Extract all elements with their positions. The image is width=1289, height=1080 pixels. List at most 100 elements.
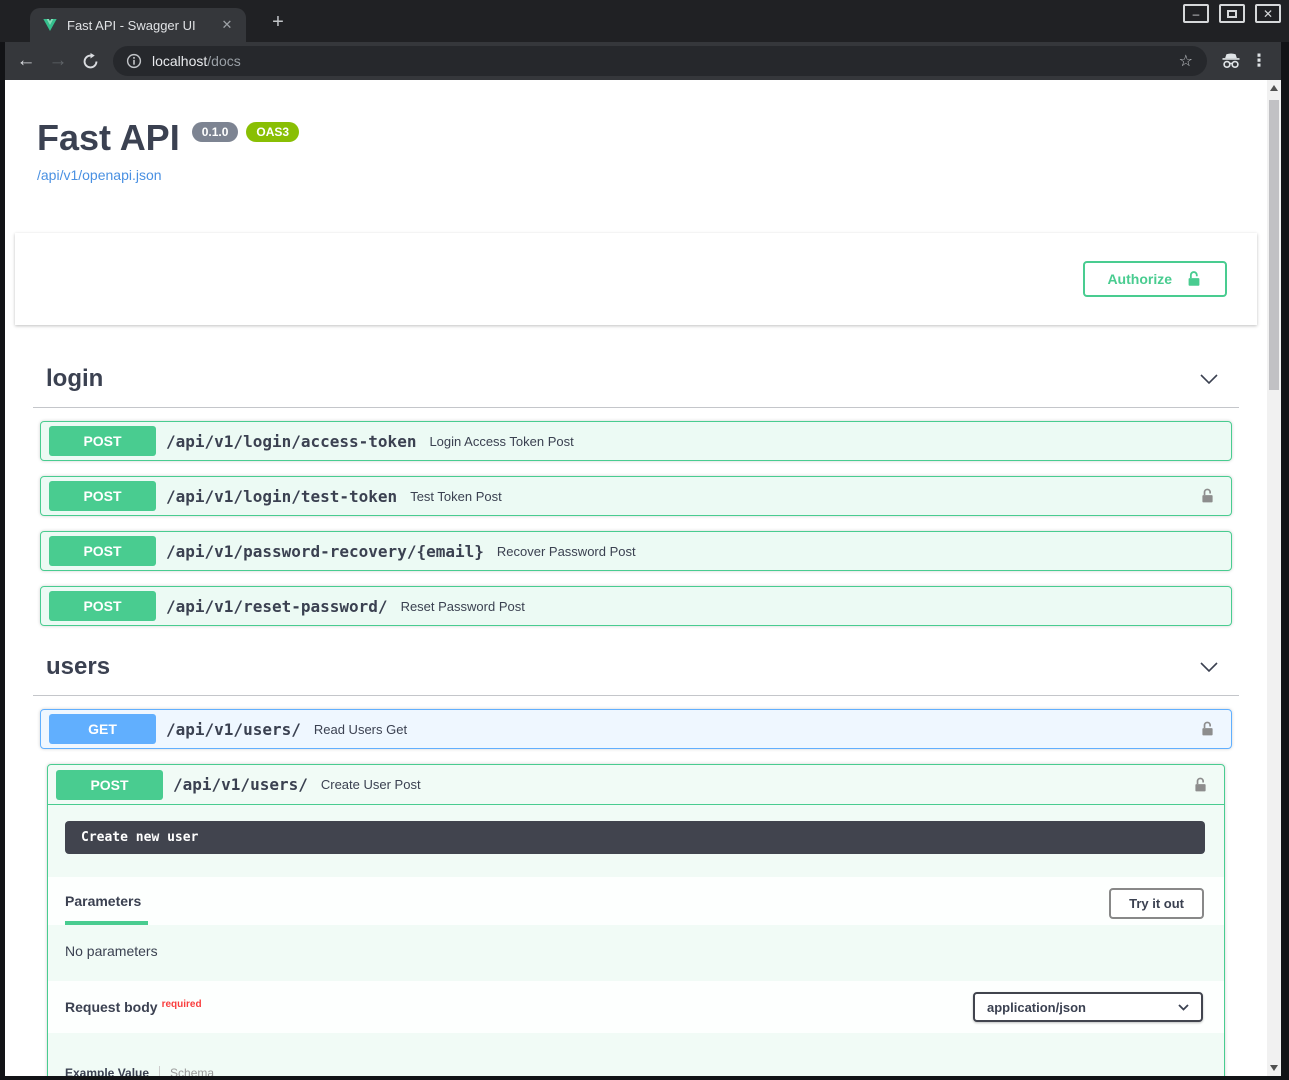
scroll-down-button[interactable] bbox=[1267, 1060, 1281, 1076]
auth-lock-button[interactable] bbox=[1192, 720, 1223, 738]
method-badge: POST bbox=[56, 770, 163, 800]
reload-button[interactable] bbox=[75, 46, 105, 76]
request-body-header: Request body required application/json bbox=[48, 981, 1224, 1033]
browser-window: Fast API - Swagger UI ✕ + – ✕ ← → bbox=[0, 0, 1289, 1080]
unlock-icon bbox=[1199, 720, 1216, 738]
browser-menu-icon[interactable]: ⋮ bbox=[1247, 51, 1271, 71]
scroll-up-icon bbox=[1270, 85, 1278, 91]
example-schema-tabs: Example Value Schema bbox=[65, 1066, 1207, 1076]
request-body-label: Request body required bbox=[65, 999, 202, 1015]
op-reset-password[interactable]: POST /api/v1/reset-password/ Reset Passw… bbox=[40, 586, 1232, 626]
page-scrollbar[interactable] bbox=[1267, 80, 1281, 1076]
op-create-user-expanded: POST /api/v1/users/ Create User Post bbox=[47, 764, 1225, 1076]
tab-strip: Fast API - Swagger UI ✕ + – ✕ bbox=[0, 0, 1289, 42]
operation-summary: Test Token Post bbox=[410, 489, 1192, 504]
op-login-test-token[interactable]: POST /api/v1/login/test-token Test Token… bbox=[40, 476, 1232, 516]
reload-icon bbox=[82, 53, 99, 70]
scrollbar-thumb[interactable] bbox=[1269, 100, 1279, 390]
try-it-out-button[interactable]: Try it out bbox=[1109, 888, 1204, 919]
operation-path: /api/v1/login/test-token bbox=[166, 487, 397, 506]
unlock-icon bbox=[1185, 270, 1203, 288]
authorize-label: Authorize bbox=[1107, 271, 1172, 287]
parameters-tab[interactable]: Parameters bbox=[65, 893, 148, 925]
operation-summary: Create User Post bbox=[321, 777, 1185, 792]
swagger-page: Fast API 0.1.0 OAS3 /api/v1/openapi.json… bbox=[5, 80, 1281, 1076]
method-badge: POST bbox=[49, 426, 156, 456]
method-badge: GET bbox=[49, 714, 156, 744]
minimize-button[interactable]: – bbox=[1183, 4, 1209, 23]
request-body-text: Request body bbox=[65, 999, 158, 1015]
scroll-down-icon bbox=[1270, 1065, 1278, 1071]
required-label: required bbox=[162, 999, 202, 1010]
incognito-icon bbox=[1217, 47, 1245, 75]
browser-tab[interactable]: Fast API - Swagger UI ✕ bbox=[30, 8, 246, 42]
url-path: /docs bbox=[207, 53, 240, 69]
section-users: users GET /api/v1/users/ Read Users Get bbox=[33, 641, 1239, 1076]
section-title: login bbox=[46, 365, 103, 393]
operation-summary: Reset Password Post bbox=[401, 599, 1223, 614]
operation-summary: Recover Password Post bbox=[497, 544, 1223, 559]
chevron-down-icon[interactable] bbox=[1199, 661, 1219, 673]
api-info: Fast API 0.1.0 OAS3 /api/v1/openapi.json bbox=[5, 80, 1267, 185]
url-text: localhost/docs bbox=[152, 53, 1167, 69]
api-badges: 0.1.0 OAS3 bbox=[192, 122, 299, 142]
method-badge: POST bbox=[49, 536, 156, 566]
op-password-recovery[interactable]: POST /api/v1/password-recovery/{email} R… bbox=[40, 531, 1232, 571]
select-chevron-icon bbox=[1178, 1004, 1189, 1011]
operation-summary: Login Access Token Post bbox=[429, 434, 1223, 449]
unlock-icon bbox=[1199, 487, 1216, 505]
parameters-header: Parameters Try it out bbox=[48, 877, 1224, 925]
new-tab-button[interactable]: + bbox=[266, 10, 290, 34]
auth-lock-button[interactable] bbox=[1185, 776, 1216, 794]
window-frame: ← → localhost/docs ☆ bbox=[0, 42, 1289, 1080]
version-badge: 0.1.0 bbox=[192, 122, 239, 142]
media-type-value: application/json bbox=[987, 1000, 1086, 1015]
tab-example-value[interactable]: Example Value bbox=[65, 1066, 149, 1076]
back-button[interactable]: ← bbox=[11, 46, 41, 76]
scheme-container: Authorize bbox=[15, 233, 1257, 325]
vue-favicon-icon bbox=[42, 17, 58, 33]
section-login: login POST /api/v1/login/access-token Lo… bbox=[33, 353, 1239, 626]
page-viewport: Fast API 0.1.0 OAS3 /api/v1/openapi.json… bbox=[5, 80, 1281, 1076]
operation-summary: Read Users Get bbox=[314, 722, 1192, 737]
op-read-users[interactable]: GET /api/v1/users/ Read Users Get bbox=[40, 709, 1232, 749]
operation-path: /api/v1/users/ bbox=[173, 775, 308, 794]
operation-path: /api/v1/reset-password/ bbox=[166, 597, 388, 616]
tab-title: Fast API - Swagger UI bbox=[67, 18, 209, 33]
op-create-user-header[interactable]: POST /api/v1/users/ Create User Post bbox=[48, 765, 1224, 805]
section-title: users bbox=[46, 653, 110, 681]
operation-list: POST /api/v1/login/access-token Login Ac… bbox=[40, 421, 1232, 626]
no-parameters-text: No parameters bbox=[48, 925, 1224, 981]
operation-list: GET /api/v1/users/ Read Users Get bbox=[40, 709, 1232, 1076]
method-badge: POST bbox=[49, 481, 156, 511]
media-type-select[interactable]: application/json bbox=[973, 992, 1203, 1022]
operation-path: /api/v1/login/access-token bbox=[166, 432, 416, 451]
page-title: Fast API bbox=[37, 116, 180, 159]
tab-close-icon[interactable]: ✕ bbox=[218, 16, 236, 34]
authorize-button[interactable]: Authorize bbox=[1083, 261, 1227, 297]
op-login-access-token[interactable]: POST /api/v1/login/access-token Login Ac… bbox=[40, 421, 1232, 461]
page-info-icon[interactable] bbox=[126, 53, 142, 69]
auth-lock-button[interactable] bbox=[1192, 487, 1223, 505]
unlock-icon bbox=[1192, 776, 1209, 794]
method-badge: POST bbox=[49, 591, 156, 621]
operation-path: /api/v1/users/ bbox=[166, 720, 301, 739]
browser-toolbar: ← → localhost/docs ☆ bbox=[5, 42, 1281, 80]
section-login-header[interactable]: login bbox=[33, 353, 1239, 408]
url-host: localhost bbox=[152, 53, 207, 69]
address-bar[interactable]: localhost/docs ☆ bbox=[113, 46, 1207, 76]
forward-button[interactable]: → bbox=[43, 46, 73, 76]
chevron-down-icon[interactable] bbox=[1199, 373, 1219, 385]
maximize-button[interactable] bbox=[1219, 4, 1245, 23]
maximize-icon bbox=[1227, 10, 1237, 18]
operation-description: Create new user bbox=[65, 821, 1205, 854]
window-controls: – ✕ bbox=[1183, 4, 1281, 23]
bookmark-star-icon[interactable]: ☆ bbox=[1177, 51, 1195, 71]
tab-schema[interactable]: Schema bbox=[159, 1066, 214, 1076]
operation-path: /api/v1/password-recovery/{email} bbox=[166, 542, 484, 561]
oas3-badge: OAS3 bbox=[246, 122, 299, 142]
close-button[interactable]: ✕ bbox=[1255, 4, 1281, 23]
scroll-up-button[interactable] bbox=[1267, 80, 1281, 96]
openapi-spec-link[interactable]: /api/v1/openapi.json bbox=[37, 167, 162, 183]
section-users-header[interactable]: users bbox=[33, 641, 1239, 696]
